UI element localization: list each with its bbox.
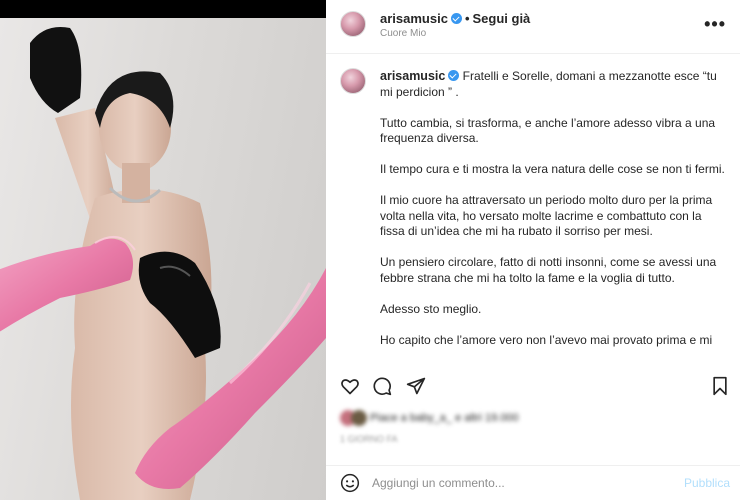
post-sidebar: arisamusic • Segui già Cuore Mio ••• arisa…: [326, 0, 740, 500]
post-date: 1 GIORNO FA: [340, 434, 398, 444]
caption-paragraph-0: arisamusic Fratelli e Sorelle, domani a …: [380, 69, 728, 100]
likes-summary[interactable]: Piace a baby_a_ e altri 19.000: [340, 410, 519, 426]
verified-badge-icon: [450, 13, 462, 24]
caption-paragraph-2: Il tempo cura e ti mostra la vera natura…: [380, 162, 725, 176]
caption-paragraph-4: Un pensiero circolare, fatto di notti in…: [380, 255, 717, 285]
caption-paragraph-1: Tutto cambia, si trasforma, e anche l’am…: [380, 115, 716, 146]
emoji-icon[interactable]: [340, 473, 360, 493]
share-icon[interactable]: [406, 376, 426, 396]
caption-paragraph-6: Ho capito che l’amore vero non l’avevo m…: [380, 332, 713, 351]
caption-paragraph-5: Adesso sto meglio.: [380, 301, 482, 316]
comment-icon[interactable]: [372, 376, 392, 396]
liker-avatar: [351, 410, 367, 426]
post-header: arisamusic • Segui già Cuore Mio •••: [326, 0, 740, 54]
verified-badge-icon: [448, 70, 460, 81]
caption-avatar[interactable]: [340, 68, 366, 94]
comment-input[interactable]: Aggiungi un commento...: [372, 476, 505, 490]
following-button[interactable]: Segui già: [473, 11, 531, 26]
caption-username[interactable]: arisamusic: [380, 69, 445, 83]
caption-area: arisamusic Fratelli e Sorelle, domani a …: [326, 54, 740, 350]
caption-paragraph-3: Il mio cuore ha attraversato un periodo …: [380, 193, 713, 238]
post-actions: [326, 372, 740, 400]
caption-text: arisamusic Fratelli e Sorelle, domani a …: [380, 69, 728, 350]
separator-dot: •: [464, 11, 470, 26]
likes-text[interactable]: Piace a baby_a_ e altri 19.000: [370, 412, 519, 424]
header-username[interactable]: arisamusic • Segui già: [380, 11, 530, 26]
heart-icon[interactable]: [340, 376, 360, 396]
audio-subtitle[interactable]: Cuore Mio: [380, 28, 426, 39]
avatar[interactable]: [340, 11, 366, 37]
more-options-icon[interactable]: •••: [704, 14, 726, 35]
publish-button[interactable]: Pubblica: [684, 476, 730, 490]
post-photo[interactable]: [0, 18, 326, 500]
comment-bar: Aggiungi un commento... Pubblica: [326, 465, 740, 500]
photo-illustration: [0, 27, 326, 500]
post-media-pane: [0, 0, 326, 500]
username-text[interactable]: arisamusic: [380, 11, 448, 26]
bookmark-icon[interactable]: [710, 376, 730, 396]
